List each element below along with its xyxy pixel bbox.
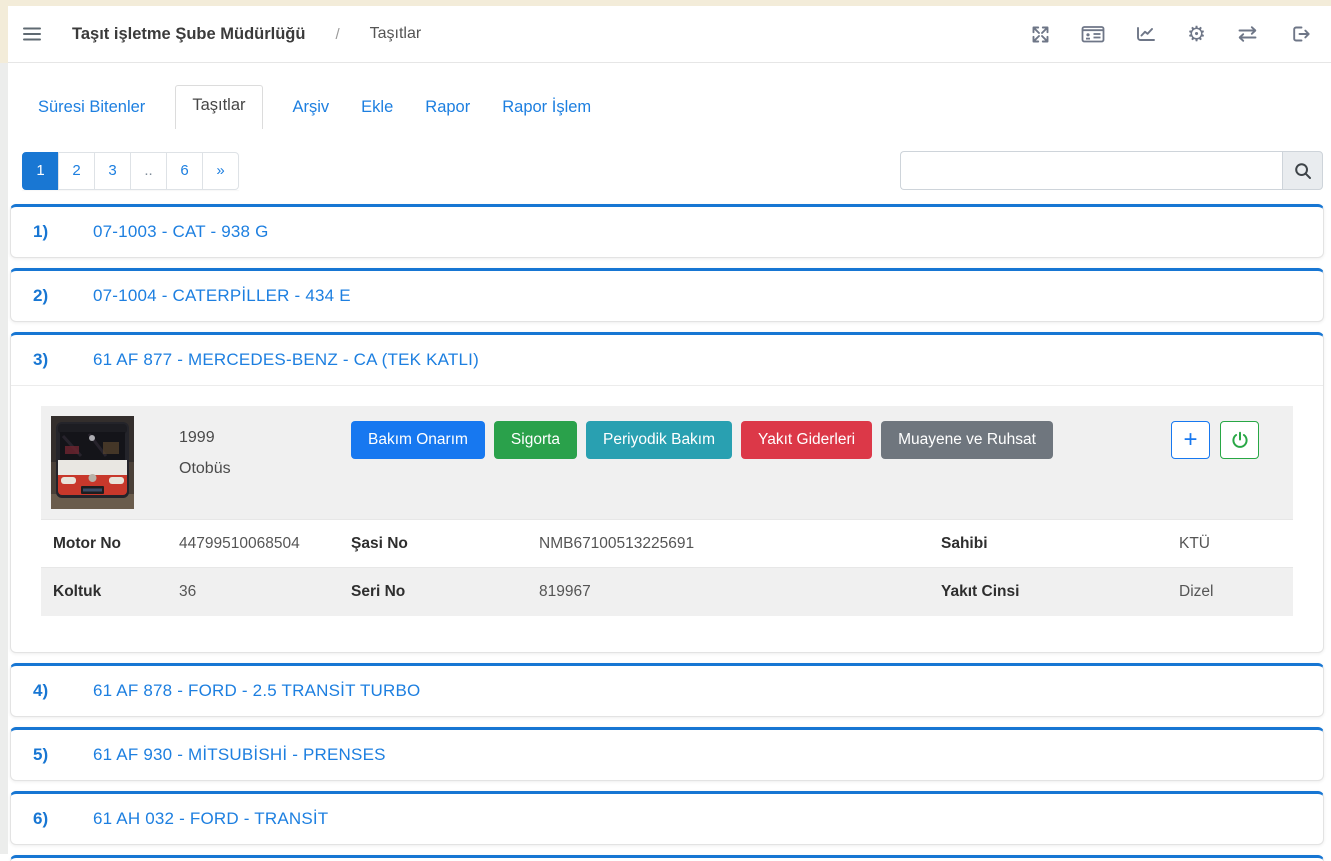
top-navbar: Taşıt işletme Şube Müdürlüğü / Taşıtlar … <box>8 6 1331 63</box>
id-card-icon[interactable] <box>1081 24 1105 44</box>
tab-rapor[interactable]: Rapor <box>409 88 486 129</box>
detail-value: 36 <box>179 583 351 601</box>
vehicle-title[interactable]: 61 AF 930 - MİTSUBİSHİ - PRENSES <box>93 745 386 765</box>
detail-label: Şasi No <box>351 535 539 553</box>
detail-label: Sahibi <box>941 535 1179 553</box>
vehicle-card-header[interactable]: 6) 61 AH 032 - FORD - TRANSİT <box>11 794 1323 844</box>
periyodik-bakim-button[interactable]: Periyodik Bakım <box>586 421 732 459</box>
pagination: 1 2 3 .. 6 » <box>22 152 239 190</box>
vehicle-card-header[interactable]: 1) 07-1003 - CAT - 938 G <box>11 207 1323 257</box>
page-button-2[interactable]: 2 <box>58 152 95 190</box>
vehicle-card-5: 5) 61 AF 930 - MİTSUBİSHİ - PRENSES <box>10 727 1324 781</box>
vehicle-number: 1) <box>33 222 93 242</box>
vehicle-list: 1) 07-1003 - CAT - 938 G 2) 07-1004 - CA… <box>10 204 1324 861</box>
vehicle-meta: 1999 Otobüs <box>179 422 351 484</box>
line-chart-icon[interactable] <box>1135 24 1157 44</box>
tab-suresi-bitenler[interactable]: Süresi Bitenler <box>22 88 161 129</box>
detail-label: Koltuk <box>53 583 179 601</box>
breadcrumb-current: Taşıtlar <box>370 25 422 43</box>
page-title: Taşıt işletme Şube Müdürlüğü <box>72 25 305 44</box>
vehicle-actions: Bakım Onarım Sigorta Periyodik Bakım Yak… <box>351 421 1053 459</box>
vehicle-details-table: Motor No 44799510068504 Şasi No NMB67100… <box>41 519 1293 616</box>
vehicle-card-header[interactable]: 5) 61 AF 930 - MİTSUBİSHİ - PRENSES <box>11 730 1323 780</box>
search-icon <box>1293 161 1313 181</box>
vehicle-quick-buttons: + <box>1171 421 1283 459</box>
detail-row: Koltuk 36 Seri No 819967 Yakıt Cinsi Diz… <box>41 568 1293 616</box>
search-bar <box>900 151 1323 190</box>
vehicle-title[interactable]: 07-1003 - CAT - 938 G <box>93 222 269 242</box>
left-gutter <box>0 63 8 854</box>
vehicle-card-header[interactable]: 4) 61 AF 878 - FORD - 2.5 TRANSİT TURBO <box>11 666 1323 716</box>
vehicle-card-7-partial <box>10 855 1324 861</box>
vehicle-card-header[interactable]: 3) 61 AF 877 - MERCEDES-BENZ - CA (TEK K… <box>11 335 1323 385</box>
transfer-icon[interactable] <box>1236 24 1259 44</box>
page-button-1[interactable]: 1 <box>22 152 59 190</box>
vehicle-type: Otobüs <box>179 453 351 484</box>
power-button[interactable] <box>1220 421 1259 459</box>
page-button-3[interactable]: 3 <box>94 152 131 190</box>
vehicle-card-header[interactable]: 2) 07-1004 - CATERPİLLER - 434 E <box>11 271 1323 321</box>
tab-ekle[interactable]: Ekle <box>345 88 409 129</box>
vehicle-detail-panel: 1999 Otobüs Bakım Onarım Sigorta Periyod… <box>11 385 1323 652</box>
page-button-6[interactable]: 6 <box>166 152 203 190</box>
detail-value: Dizel <box>1179 583 1293 601</box>
vehicle-summary-panel: 1999 Otobüs Bakım Onarım Sigorta Periyod… <box>41 406 1293 519</box>
detail-label: Seri No <box>351 583 539 601</box>
detail-value: 819967 <box>539 583 941 601</box>
vehicle-card-3-expanded: 3) 61 AF 877 - MERCEDES-BENZ - CA (TEK K… <box>10 332 1324 653</box>
detail-value: NMB67100513225691 <box>539 535 941 553</box>
tab-tasitlar[interactable]: Taşıtlar <box>175 85 262 129</box>
search-button[interactable] <box>1282 151 1323 190</box>
detail-label: Yakıt Cinsi <box>941 583 1179 601</box>
tab-bar: Süresi Bitenler Taşıtlar Arşiv Ekle Rapo… <box>8 63 1331 129</box>
tab-arsiv[interactable]: Arşiv <box>277 88 346 129</box>
vehicle-number: 6) <box>33 809 93 829</box>
search-input[interactable] <box>900 151 1282 190</box>
sigorta-button[interactable]: Sigorta <box>494 421 577 459</box>
page-next-button[interactable]: » <box>202 152 239 190</box>
vehicle-card-1: 1) 07-1003 - CAT - 938 G <box>10 204 1324 258</box>
tab-rapor-islem[interactable]: Rapor İşlem <box>486 88 607 129</box>
vehicle-photo <box>51 416 134 509</box>
vehicle-title[interactable]: 61 AF 877 - MERCEDES-BENZ - CA (TEK KATL… <box>93 350 479 370</box>
detail-value: KTÜ <box>1179 535 1293 553</box>
list-toolbar: 1 2 3 .. 6 » <box>22 151 1323 190</box>
vehicle-card-4: 4) 61 AF 878 - FORD - 2.5 TRANSİT TURBO <box>10 663 1324 717</box>
fullscreen-icon[interactable] <box>1030 24 1051 45</box>
gear-icon[interactable]: ⚙ <box>1187 24 1206 45</box>
muayene-ruhsat-button[interactable]: Muayene ve Ruhsat <box>881 421 1053 459</box>
bakim-onarim-button[interactable]: Bakım Onarım <box>351 421 485 459</box>
logout-icon[interactable] <box>1289 24 1311 44</box>
vehicle-card-2: 2) 07-1004 - CATERPİLLER - 434 E <box>10 268 1324 322</box>
detail-row: Motor No 44799510068504 Şasi No NMB67100… <box>41 520 1293 568</box>
detail-label: Motor No <box>53 535 179 553</box>
add-button[interactable]: + <box>1171 421 1210 459</box>
yakit-giderleri-button[interactable]: Yakıt Giderleri <box>741 421 872 459</box>
vehicle-number: 4) <box>33 681 93 701</box>
vehicle-title[interactable]: 07-1004 - CATERPİLLER - 434 E <box>93 286 351 306</box>
vehicle-title[interactable]: 61 AF 878 - FORD - 2.5 TRANSİT TURBO <box>93 681 420 701</box>
breadcrumb-separator: / <box>335 26 339 43</box>
hamburger-menu-icon[interactable] <box>22 26 42 42</box>
header-icon-group: ⚙ <box>1030 24 1311 45</box>
vehicle-card-6: 6) 61 AH 032 - FORD - TRANSİT <box>10 791 1324 845</box>
vehicle-year: 1999 <box>179 422 351 453</box>
power-icon <box>1230 430 1250 450</box>
detail-value: 44799510068504 <box>179 535 351 553</box>
vehicle-title[interactable]: 61 AH 032 - FORD - TRANSİT <box>93 809 328 829</box>
page-ellipsis[interactable]: .. <box>130 152 167 190</box>
vehicle-number: 5) <box>33 745 93 765</box>
vehicle-number: 3) <box>33 350 93 370</box>
left-accent-strip <box>0 6 8 63</box>
vehicle-number: 2) <box>33 286 93 306</box>
